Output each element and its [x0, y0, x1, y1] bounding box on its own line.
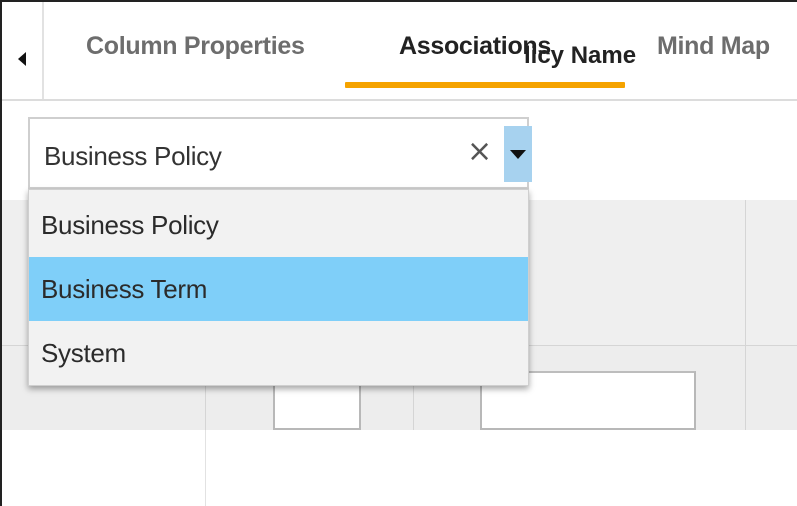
option-system[interactable]: System	[29, 321, 528, 385]
tab-bar: Column Properties Associations Mind Map	[2, 2, 797, 101]
associations-panel: Column Properties Associations Mind Map …	[0, 0, 797, 506]
tab-scroll-left-button[interactable]	[2, 2, 44, 99]
option-business-policy[interactable]: Business Policy	[29, 193, 528, 257]
tab-column-properties[interactable]: Column Properties	[86, 32, 305, 61]
column-divider	[745, 200, 746, 430]
dropdown-toggle-button[interactable]	[504, 126, 532, 182]
column-header-policy-name[interactable]: licy Name	[524, 42, 636, 70]
tab-mind-map[interactable]: Mind Map	[657, 32, 770, 61]
option-business-term[interactable]: Business Term	[29, 257, 528, 321]
select-value: Business Policy	[44, 141, 222, 171]
column-divider	[205, 430, 206, 506]
association-type-select[interactable]: Business Policy ×	[28, 117, 532, 189]
clear-selection-icon[interactable]: ×	[467, 137, 492, 167]
caret-down-icon	[510, 149, 526, 159]
triangle-left-icon	[18, 51, 26, 66]
active-tab-indicator	[345, 82, 625, 88]
select-dropdown-list: Business Policy Business Term System	[28, 189, 529, 386]
